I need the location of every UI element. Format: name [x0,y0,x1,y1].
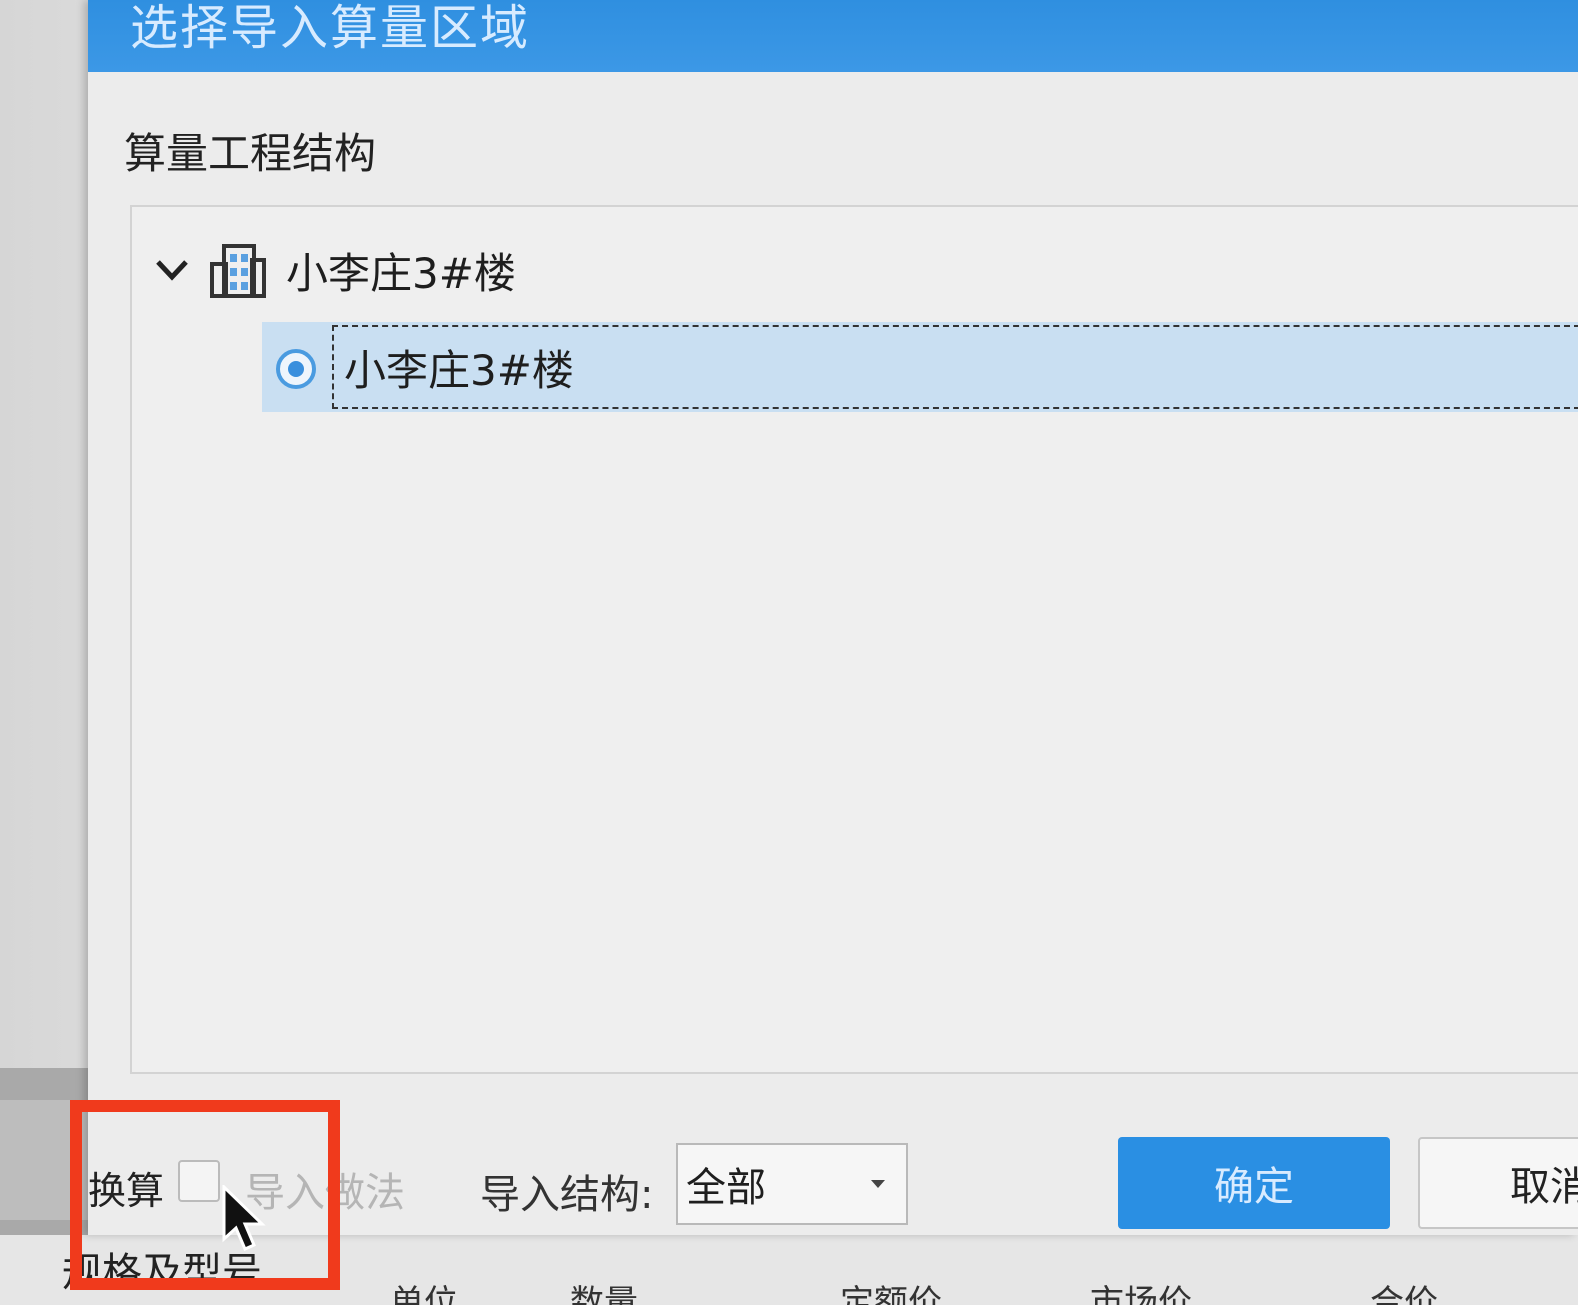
dialog-title-bar[interactable]: 选择导入算量区域 [88,0,1578,72]
radio-selected-icon[interactable] [274,347,316,389]
import-structure-label: 导入结构: [480,1172,654,1218]
building-icon [208,240,268,300]
cancel-button[interactable]: 取消 [1418,1137,1578,1229]
import-structure-select[interactable]: 全部 [676,1143,908,1225]
import-structure-value: 全部 [686,1165,766,1211]
section-label: 算量工程结构 [124,129,377,178]
project-structure-tree[interactable]: 小李庄3#楼 小李庄3#楼 [130,205,1578,1074]
dropdown-arrow-icon[interactable] [858,1164,898,1204]
red-highlight-annotation [70,1100,340,1290]
dialog-title: 选择导入算量区域 [130,0,531,56]
tree-root-node[interactable]: 小李庄3#楼 [152,235,516,305]
background-column-unit: 单位 [390,1283,458,1305]
tree-root-label: 小李庄3#楼 [286,248,516,298]
background-column-quota-price: 定额价 [840,1283,942,1305]
ok-button[interactable]: 确定 [1118,1137,1390,1229]
background-column-qty: 数量 [570,1283,638,1305]
ok-button-label: 确定 [1214,1164,1294,1210]
tree-child-node[interactable]: 小李庄3#楼 [262,322,1578,412]
tree-child-label: 小李庄3#楼 [344,345,574,395]
chevron-down-icon[interactable] [152,250,192,290]
tree-child-focus: 小李庄3#楼 [332,325,1578,409]
background-column-market-price: 市场价 [1090,1283,1192,1305]
mouse-pointer-icon [220,1183,270,1255]
screen: 规格及型号 单位 数量 定额价 市场价 合价 选择导入算量区域 算量工程结构 小… [0,0,1578,1305]
cancel-button-label: 取消 [1510,1164,1578,1210]
background-column-total: 合价 [1370,1283,1438,1305]
import-area-dialog: 选择导入算量区域 算量工程结构 小李庄3#楼 小李庄3#楼 [88,0,1578,1235]
